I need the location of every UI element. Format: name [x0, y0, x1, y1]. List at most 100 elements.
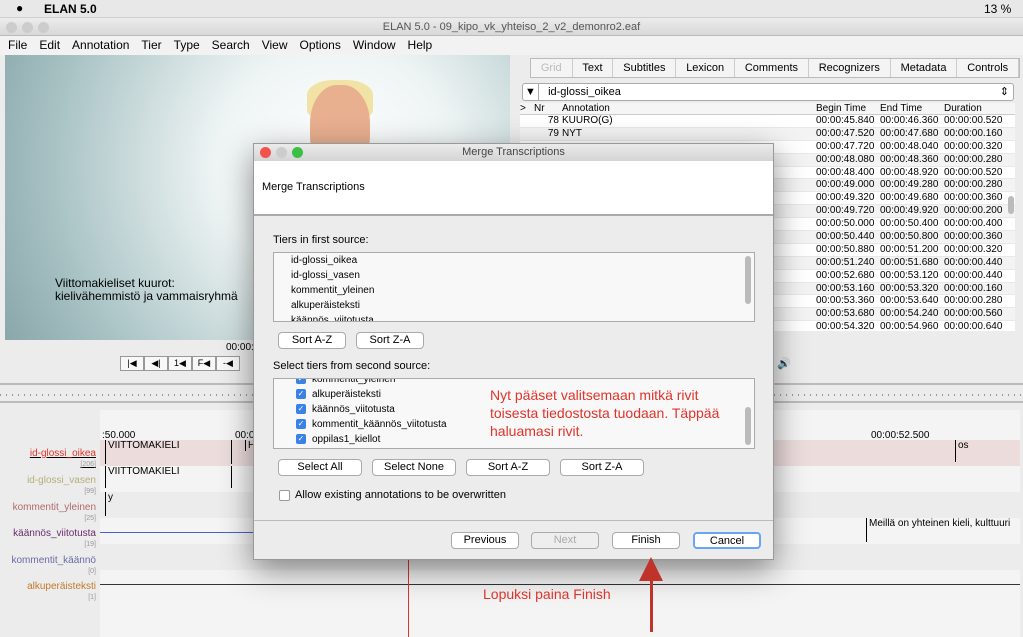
- table-cell: 00:00:50.440: [816, 231, 875, 243]
- instruction-note-finish: Lopuksi paina Finish: [483, 586, 611, 602]
- volume-icon[interactable]: 🔊: [777, 357, 791, 370]
- playhead[interactable]: [408, 560, 409, 637]
- menu-tier[interactable]: Tier: [141, 36, 161, 55]
- overwrite-checkbox[interactable]: [279, 490, 290, 501]
- checkbox-checked[interactable]: ✓: [296, 404, 306, 414]
- cancel-button[interactable]: Cancel: [693, 532, 761, 549]
- tier-label[interactable]: id-glossi_vasen [99]: [27, 475, 96, 497]
- second-source-label: Select tiers from second source:: [273, 360, 431, 372]
- column-header[interactable]: Begin Time: [816, 103, 880, 114]
- minimize-window-icon[interactable]: [22, 22, 33, 33]
- list-item[interactable]: alkuperäisteksti: [274, 298, 754, 313]
- overwrite-label[interactable]: Allow existing annotations to be overwri…: [295, 489, 506, 501]
- column-header[interactable]: Duration: [944, 103, 1008, 114]
- first-source-list[interactable]: id-glossi_oikea id-glossi_vasen kommenti…: [273, 252, 755, 322]
- tier-label[interactable]: käännös_viitotusta [19]: [13, 528, 96, 550]
- table-cell: 00:00:54.960: [880, 321, 939, 331]
- close-dialog-icon[interactable]: [260, 147, 271, 158]
- table-row[interactable]: 79 NYT 00:00:47.520 00:00:47.680 00:00:00.16…: [520, 127, 1015, 141]
- zoom-dialog-icon[interactable]: [292, 147, 303, 158]
- annotation[interactable]: VIITTOMAKIELI: [105, 440, 232, 464]
- tab-controls[interactable]: Controls: [957, 59, 1020, 77]
- minimize-dialog-icon: [276, 147, 287, 158]
- column-header[interactable]: End Time: [880, 103, 944, 114]
- instruction-note: Nyt pääset valitsemaan mitkä rivit toise…: [490, 387, 720, 439]
- sort-az-button[interactable]: Sort A-Z: [278, 332, 346, 349]
- list-item[interactable]: id-glossi_vasen: [274, 268, 754, 283]
- table-cell: 00:00:00.560: [944, 308, 1003, 320]
- previous-button[interactable]: Previous: [451, 532, 519, 549]
- frame-back-button[interactable]: F◀: [192, 356, 216, 371]
- table-cell: 00:00:50.880: [816, 243, 875, 255]
- sort-za-button[interactable]: Sort Z-A: [356, 332, 424, 349]
- tier-label[interactable]: id-glossi_oikea [206]: [30, 448, 96, 470]
- grid-header: > Nr Annotation Begin Time End Time Dura…: [520, 103, 1015, 115]
- menu-view[interactable]: View: [262, 36, 288, 55]
- sort-az-button-2[interactable]: Sort A-Z: [466, 459, 550, 476]
- list-item[interactable]: id-glossi_oikea: [274, 253, 754, 268]
- tier-label[interactable]: kommentit_käännö [0]: [12, 555, 97, 577]
- tab-grid[interactable]: Grid: [531, 59, 573, 77]
- step-back-button[interactable]: 1◀: [168, 356, 192, 371]
- menu-edit[interactable]: Edit: [39, 36, 60, 55]
- triangle-down-icon[interactable]: ▼: [523, 84, 539, 100]
- column-header[interactable]: Annotation: [562, 103, 816, 114]
- table-cell: 00:00:00.360: [944, 192, 1003, 204]
- table-cell: 00:00:49.280: [880, 179, 939, 191]
- previous-frame-button[interactable]: ◀|: [144, 356, 168, 371]
- tier-label[interactable]: kommentit_yleinen [25]: [13, 502, 96, 524]
- finish-button[interactable]: Finish: [612, 532, 680, 549]
- checkbox-checked[interactable]: ✓: [296, 389, 306, 399]
- select-none-button[interactable]: Select None: [372, 459, 456, 476]
- table-cell: 00:00:00.320: [944, 243, 1003, 255]
- list-item[interactable]: käännös_viitotusta: [274, 313, 754, 321]
- tier-select[interactable]: ▼ id-glossi_oikea ⇕: [522, 83, 1014, 101]
- table-cell: 00:00:54.240: [880, 308, 939, 320]
- table-cell: 00:00:48.400: [816, 166, 875, 178]
- annotation[interactable]: os: [955, 440, 1020, 462]
- annotation[interactable]: y: [105, 492, 113, 516]
- tab-comments[interactable]: Comments: [735, 59, 809, 77]
- select-all-button[interactable]: Select All: [278, 459, 362, 476]
- sort-za-button-2[interactable]: Sort Z-A: [560, 459, 644, 476]
- tab-text[interactable]: Text: [573, 59, 614, 77]
- column-header[interactable]: >: [520, 103, 534, 114]
- tab-lexicon[interactable]: Lexicon: [676, 59, 735, 77]
- menu-help[interactable]: Help: [408, 36, 433, 55]
- menu-type[interactable]: Type: [174, 36, 200, 55]
- media-time: 00:00:: [226, 342, 254, 353]
- annotation[interactable]: VIITTOMAKIELI: [105, 466, 232, 488]
- table-cell: 00:00:48.040: [880, 140, 939, 152]
- checkbox-checked[interactable]: ✓: [296, 434, 306, 444]
- tier-name: kommentit_yleinen: [12, 502, 96, 513]
- column-header[interactable]: Nr: [534, 103, 562, 114]
- apple-icon[interactable]: ●: [16, 1, 23, 15]
- grid-scrollbar[interactable]: [1008, 196, 1014, 214]
- tab-recognizers[interactable]: Recognizers: [809, 59, 891, 77]
- table-cell: 00:00:45.840: [816, 115, 875, 126]
- table-cell: 00:00:53.360: [816, 295, 875, 307]
- checkbox-checked[interactable]: ✓: [296, 419, 306, 429]
- menu-file[interactable]: File: [8, 36, 27, 55]
- checkbox-checked[interactable]: ✓: [296, 379, 306, 384]
- menu-annotation[interactable]: Annotation: [72, 36, 129, 55]
- close-window-icon[interactable]: [6, 22, 17, 33]
- table-row[interactable]: 78 KUURO(G) 00:00:45.840 00:00:46.360 00:00:…: [520, 115, 1015, 128]
- menu-options[interactable]: Options: [300, 36, 341, 55]
- tab-subtitles[interactable]: Subtitles: [613, 59, 677, 77]
- table-cell: 00:00:49.320: [816, 192, 875, 204]
- list-item[interactable]: kommentit_yleinen: [274, 283, 754, 298]
- tier-label[interactable]: alkuperäisteksti [1]: [27, 581, 96, 603]
- zoom-window-icon[interactable]: [38, 22, 49, 33]
- pixel-back-button[interactable]: -◀: [216, 356, 240, 371]
- arrow-up-icon: [639, 557, 663, 581]
- app-name[interactable]: ELAN 5.0: [44, 2, 97, 16]
- table-cell: 00:00:00.280: [944, 295, 1003, 307]
- go-to-begin-button[interactable]: |◀: [120, 356, 144, 371]
- menu-window[interactable]: Window: [353, 36, 396, 55]
- tier-name: alkuperäisteksti: [312, 389, 381, 400]
- annotation[interactable]: Meillä on yhteinen kieli, kulttuuri: [866, 518, 1010, 542]
- list-scrollbar[interactable]: [745, 256, 751, 304]
- tab-metadata[interactable]: Metadata: [891, 59, 958, 77]
- menu-search[interactable]: Search: [212, 36, 250, 55]
